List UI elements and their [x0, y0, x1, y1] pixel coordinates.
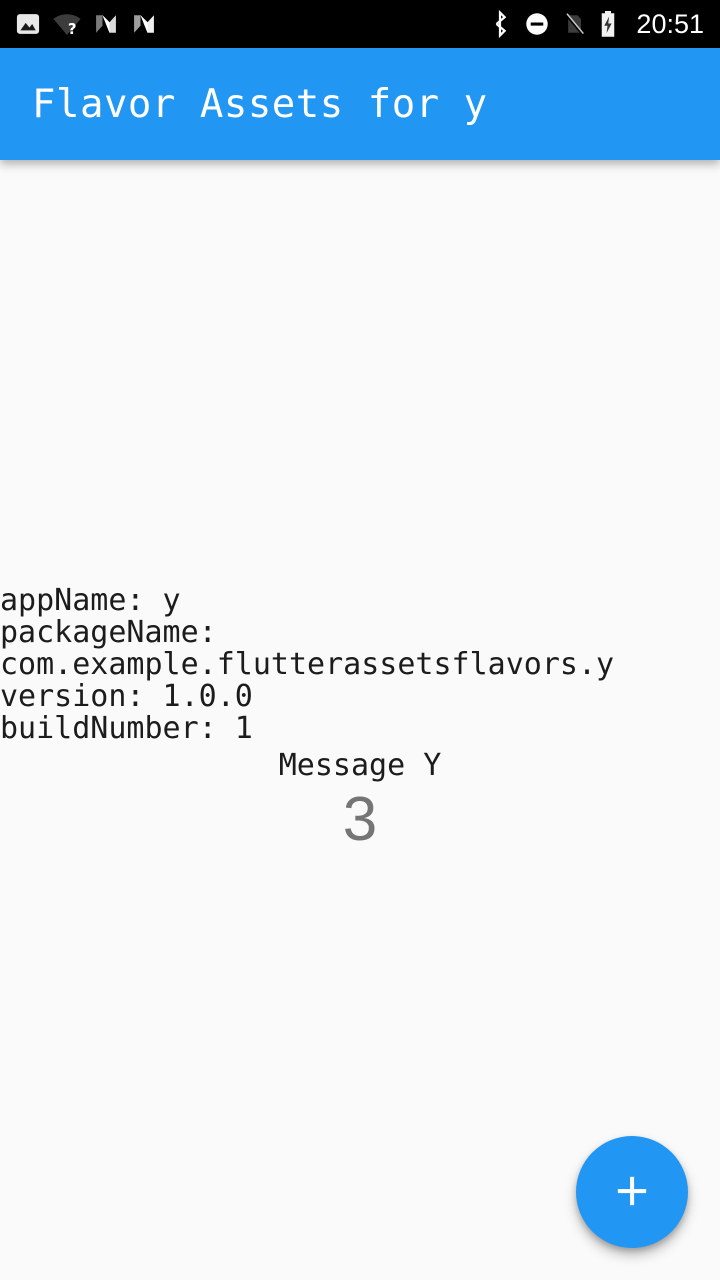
- app-bar: Flavor Assets for y: [0, 48, 720, 160]
- main-content: appName: y packageName: com.example.flut…: [0, 160, 720, 1280]
- sim-card-off-icon: [562, 10, 586, 38]
- message-label: Message Y: [278, 748, 442, 783]
- plus-icon: [609, 1168, 655, 1217]
- status-bar-right-icons: 20:51: [488, 9, 704, 40]
- page-title: Flavor Assets for y: [32, 81, 488, 127]
- flavor-info-block: appName: y packageName: com.example.flut…: [0, 585, 720, 745]
- info-line-app-name: appName: y: [0, 583, 181, 618]
- status-bar-left-icons: ?: [14, 10, 158, 38]
- info-line-package-label: packageName:: [0, 615, 217, 650]
- info-line-package-value: com.example.flutterassetsflavors.y: [0, 647, 615, 682]
- status-bar-clock: 20:51: [636, 8, 704, 39]
- image-icon: [14, 10, 42, 38]
- info-line-build-number: buildNumber: 1: [0, 711, 253, 746]
- status-bar: ? 20:51: [0, 0, 720, 48]
- battery-charging-icon: [597, 9, 619, 39]
- bluetooth-icon: [488, 9, 512, 39]
- android-n-icon-dim: [92, 10, 120, 38]
- wifi-question-icon: ?: [52, 10, 82, 38]
- svg-text:?: ?: [68, 20, 77, 38]
- add-fab-button[interactable]: [576, 1136, 688, 1248]
- do-not-disturb-icon: [523, 10, 551, 38]
- info-line-version: version: 1.0.0: [0, 679, 253, 714]
- counter-value: 3: [342, 785, 378, 854]
- android-n-icon-bright: [130, 10, 158, 38]
